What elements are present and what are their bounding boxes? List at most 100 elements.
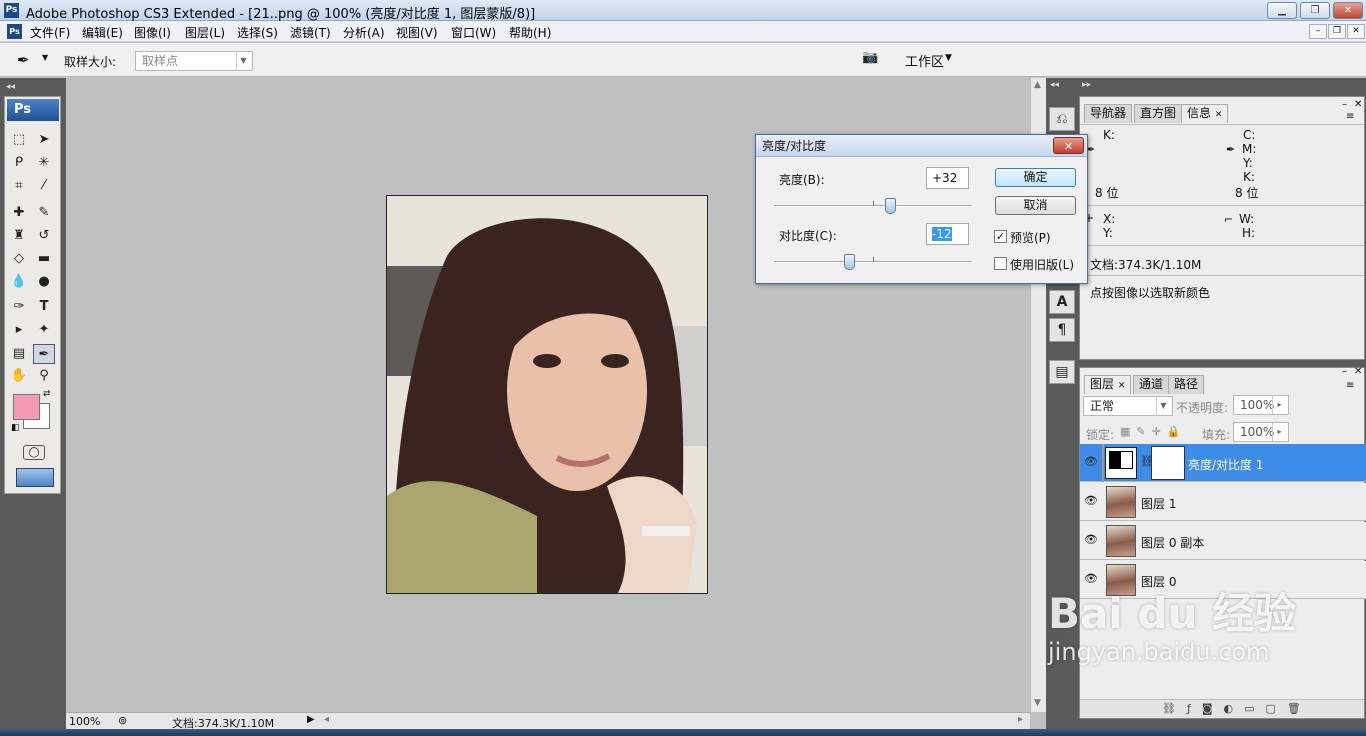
eye-icon[interactable]: 👁	[1084, 533, 1098, 547]
type-tool-icon[interactable]: T	[33, 297, 55, 317]
preview-checkbox[interactable]: ✓	[994, 230, 1007, 243]
ok-button[interactable]: 确定	[995, 168, 1076, 187]
tab-layers[interactable]: 图层 ✕	[1084, 375, 1132, 394]
minimize-button[interactable]: ▁	[1267, 2, 1297, 19]
notes-tool-icon[interactable]: ▤	[8, 344, 30, 364]
brightness-input[interactable]: +32	[926, 167, 969, 189]
path-selection-tool-icon[interactable]: ▸	[8, 320, 30, 340]
chevron-down-icon[interactable]: ▼	[42, 53, 48, 62]
sample-size-select[interactable]: 取样点 ▼	[135, 51, 253, 71]
eyedropper-tool-icon[interactable]: ✒	[33, 344, 55, 364]
menu-file[interactable]: 文件(F)	[30, 24, 70, 41]
menu-filter[interactable]: 滤镜(T)	[290, 24, 331, 41]
layer-comps-icon[interactable]: ▤	[1049, 360, 1075, 384]
brightness-slider-knob[interactable]	[885, 198, 897, 214]
collapse-dock-icon[interactable]: ◂◂	[1050, 80, 1059, 90]
brush-tool-icon[interactable]: ✎	[33, 203, 55, 223]
scroll-down-icon[interactable]: ▼	[1034, 698, 1041, 708]
eyedropper-icon: ✒	[1226, 143, 1236, 156]
close-button[interactable]: ✕	[1333, 2, 1363, 19]
eye-icon[interactable]: 👁	[1084, 572, 1098, 586]
dodge-tool-icon[interactable]: ●	[33, 272, 55, 292]
layer-row[interactable]: 👁 ⛓ 亮度/对比度 1	[1080, 444, 1366, 482]
slice-tool-icon[interactable]: ⁄	[33, 176, 55, 196]
eraser-tool-icon[interactable]: ◇	[8, 249, 30, 269]
gradient-tool-icon[interactable]: ▬	[33, 249, 55, 269]
history-brush-tool-icon[interactable]: ↺	[33, 226, 55, 246]
panel-menu-icon[interactable]: ≡	[1346, 111, 1354, 122]
panel-close-icon[interactable]: ✕	[1354, 366, 1362, 377]
eye-icon[interactable]: 👁	[1084, 494, 1098, 508]
crop-tool-icon[interactable]: ⌗	[8, 176, 30, 196]
doc-close-button[interactable]: ✕	[1347, 24, 1365, 39]
document-image[interactable]	[386, 195, 708, 594]
blend-mode-select[interactable]: 正常 ▼	[1083, 396, 1173, 416]
shape-tool-icon[interactable]: ✦	[33, 320, 55, 340]
contrast-input[interactable]: -12	[926, 223, 969, 245]
dialog-close-button[interactable]: ✕	[1053, 137, 1084, 154]
legacy-checkbox[interactable]	[994, 257, 1007, 270]
scroll-up-icon[interactable]: ▲	[1034, 80, 1041, 90]
magic-wand-tool-icon[interactable]: ✳	[33, 153, 55, 173]
menu-help[interactable]: 帮助(H)	[509, 24, 551, 41]
cancel-button[interactable]: 取消	[995, 196, 1076, 215]
menu-layer[interactable]: 图层(L)	[185, 24, 225, 41]
collapse-panels-icon[interactable]: ▸▸	[1082, 80, 1091, 90]
history-panel-icon[interactable]: ⎌	[1049, 107, 1075, 131]
lock-icons[interactable]: ▦✎✛🔒	[1120, 425, 1187, 438]
panel-minimize-icon[interactable]: –	[1342, 366, 1347, 377]
tab-navigator[interactable]: 导航器	[1084, 104, 1133, 123]
menu-analysis[interactable]: 分析(A)	[343, 24, 385, 41]
collapse-icon[interactable]: ◂◂	[6, 82, 15, 92]
bridge-icon[interactable]: 📷	[862, 50, 886, 70]
doc-minimize-button[interactable]: –	[1309, 24, 1327, 39]
foreground-color-swatch[interactable]	[13, 394, 40, 420]
layer-row[interactable]: 👁 图层 1	[1080, 483, 1366, 521]
paragraph-panel-icon[interactable]: ¶	[1049, 318, 1075, 342]
panel-minimize-icon[interactable]: –	[1342, 99, 1347, 110]
character-panel-icon[interactable]: A	[1049, 290, 1075, 314]
menu-select[interactable]: 选择(S)	[237, 24, 278, 41]
tab-histogram[interactable]: 直方图	[1134, 104, 1183, 123]
scroll-left-icon[interactable]: ◂	[324, 714, 329, 725]
clone-stamp-tool-icon[interactable]: ♜	[8, 226, 30, 246]
quick-mask-icon[interactable]: ◯	[23, 445, 45, 460]
close-tab-icon[interactable]: ✕	[1118, 381, 1126, 391]
zoom-tool-icon[interactable]: ⚲	[33, 366, 55, 386]
menu-edit[interactable]: 编辑(E)	[82, 24, 123, 41]
move-tool-icon[interactable]: ➤	[33, 130, 55, 150]
opacity-input[interactable]: 100% ▸	[1233, 395, 1289, 415]
workspace-menu[interactable]: 工作区	[905, 51, 944, 70]
blur-tool-icon[interactable]: 💧	[8, 272, 30, 292]
pen-tool-icon[interactable]: ✑	[8, 297, 30, 317]
maximize-button[interactable]: ❐	[1300, 2, 1330, 19]
fill-input[interactable]: 100% ▸	[1233, 422, 1289, 442]
info-k-left: K:	[1103, 128, 1115, 142]
status-menu-arrow-icon[interactable]: ▶	[307, 714, 315, 725]
contrast-slider-knob[interactable]	[843, 254, 855, 270]
tab-info[interactable]: 信息 ✕	[1181, 104, 1229, 123]
layer-actions-icons[interactable]: ⛓ƒ◙◐▭▢🗑	[1162, 702, 1312, 715]
lasso-tool-icon[interactable]: ᑭ	[8, 153, 30, 173]
eye-icon[interactable]: 👁	[1084, 455, 1098, 469]
menu-view[interactable]: 视图(V)	[396, 24, 438, 41]
layer-row[interactable]: 👁 图层 0 副本	[1080, 522, 1366, 560]
menu-window[interactable]: 窗口(W)	[451, 24, 496, 41]
default-colors-icon[interactable]: ◧	[11, 423, 20, 433]
marquee-tool-icon[interactable]: ⬚	[8, 130, 30, 150]
menu-image[interactable]: 图像(I)	[134, 24, 171, 41]
tab-channels[interactable]: 通道	[1133, 375, 1170, 394]
doc-restore-button[interactable]: ❐	[1328, 24, 1346, 39]
hand-tool-icon[interactable]: ✋	[8, 366, 30, 386]
swap-colors-icon[interactable]: ⇄	[43, 389, 51, 399]
zoom-level[interactable]: 100%	[69, 715, 100, 728]
screen-mode-icon[interactable]	[16, 468, 54, 487]
tab-paths[interactable]: 路径	[1168, 375, 1205, 394]
panel-menu-icon[interactable]: ≡	[1346, 380, 1354, 391]
eyedropper-icon[interactable]: ✒	[17, 51, 30, 69]
panel-close-icon[interactable]: ✕	[1354, 99, 1362, 110]
layer-mask-thumbnail[interactable]	[1151, 446, 1185, 480]
close-tab-icon[interactable]: ✕	[1215, 110, 1223, 120]
healing-brush-tool-icon[interactable]: ✚	[8, 203, 30, 223]
scroll-right-icon[interactable]: ▸	[1018, 714, 1023, 725]
